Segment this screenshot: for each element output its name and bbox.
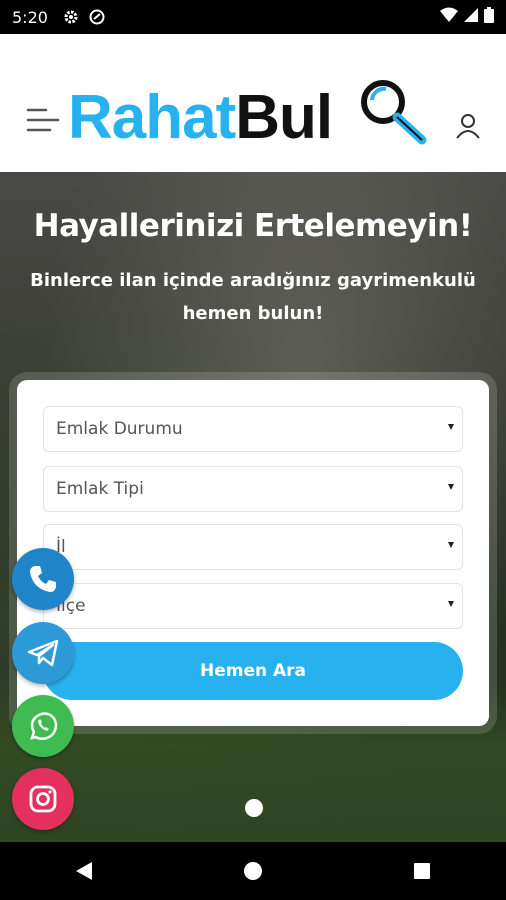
emlak-durumu-select[interactable]: Emlak Durumu [43,406,463,452]
rahatbul-logo[interactable]: RahatBul [68,72,438,164]
emlak-tipi-select[interactable]: Emlak Tipi [43,466,463,512]
instagram-icon [29,785,57,813]
emlak-durumu-value: Emlak Durumu [56,419,183,439]
instagram-button[interactable] [12,768,74,830]
back-button[interactable] [54,851,114,891]
magnifier-logo-icon [361,80,427,145]
back-triangle-icon [76,862,93,880]
emlak-tipi-value: Emlak Tipi [56,479,144,499]
telegram-icon [27,639,59,667]
no-disturb-icon [88,8,106,26]
system-navigation-bar [0,842,506,900]
status-bar: 5:20 [0,0,506,34]
wifi-icon [440,7,458,27]
logo-text-rahat: Rahat [68,83,236,152]
logo-text-bul: Bul [235,83,333,152]
phone-button[interactable] [12,548,74,610]
phone-icon [30,566,56,592]
hero-title: Hayallerinizi Ertelemeyin! [33,208,473,244]
menu-button[interactable] [24,104,64,136]
telegram-button[interactable] [12,622,74,684]
gear-icon [62,8,80,26]
recents-square-icon [413,863,430,879]
battery-icon [484,7,494,27]
dropdown-arrow-icon [448,601,454,607]
dropdown-arrow-icon [448,484,454,490]
app-header: RahatBul [0,34,506,172]
recents-button[interactable] [392,851,452,891]
il-select[interactable]: İl [43,524,463,570]
dropdown-arrow-icon [448,542,454,548]
user-icon [456,114,480,139]
carousel-indicator-dot[interactable] [245,799,263,817]
whatsapp-icon [30,712,58,741]
dropdown-arrow-icon [448,424,454,430]
status-time: 5:20 [12,7,48,27]
home-circle-icon [243,862,262,880]
whatsapp-button[interactable] [12,695,74,757]
hero-section: Hayallerinizi Ertelemeyin! Binlerce ilan… [0,172,506,842]
hero-subtitle-line1: Binlerce ilan içinde aradığınız gayrimen… [30,270,476,291]
hero-subtitle-line2: hemen bulun! [182,303,324,324]
user-account-button[interactable] [452,110,484,142]
home-button[interactable] [223,851,283,891]
signal-icon [464,7,478,27]
ilce-select[interactable]: İlçe [43,583,463,629]
hero-subtitle: Binlerce ilan içinde aradığınız gayrimen… [30,264,476,330]
hamburger-icon [26,108,60,132]
search-form-card: Emlak Durumu Emlak Tipi İl İlçe Hemen Ar… [17,380,489,726]
search-button[interactable]: Hemen Ara [43,642,463,700]
